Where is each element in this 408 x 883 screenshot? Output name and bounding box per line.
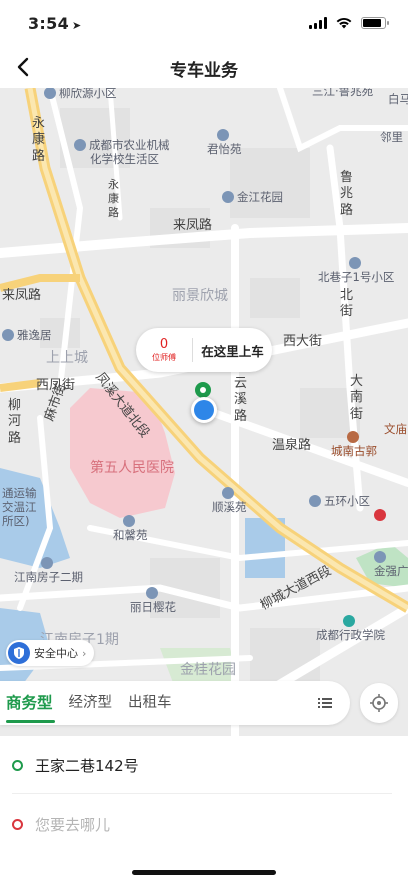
status-icons (309, 16, 389, 29)
map-label: 上上城 (46, 350, 88, 366)
road-label: 永康路 (108, 178, 119, 219)
map-label: 化学校生活区 (90, 152, 159, 166)
driver-count: 0 位师傅 (136, 337, 192, 363)
signal-icon (309, 16, 327, 29)
map-label: 雅逸居 (2, 328, 52, 342)
map-label: 第五人民医院 (90, 460, 174, 476)
pickup-address-row[interactable]: 王家二巷142号 (12, 738, 392, 794)
destination-dot-icon (12, 818, 23, 830)
map-label: 顺溪苑 (212, 486, 247, 515)
map-label: 五环小区 (309, 494, 370, 508)
chevron-right-icon: › (82, 646, 87, 660)
location-arrow-icon: ➤ (72, 19, 82, 32)
shield-icon (8, 642, 30, 664)
battery-icon (361, 16, 389, 29)
locate-icon (370, 694, 388, 712)
map-label: 君怡苑 (207, 128, 242, 157)
status-time-text: 3:54 (28, 14, 69, 33)
poi-icon (348, 257, 361, 269)
pickup-here-label: 在这里上车 (201, 343, 264, 359)
trip-panel: 王家二巷142号 您要去哪儿 (0, 736, 408, 883)
road-label: 来凤路 (173, 218, 213, 233)
poi-icon (343, 615, 355, 627)
poi-icon (2, 329, 14, 341)
tab-business[interactable]: 商务型 (0, 681, 61, 725)
map-label: 邻里 (380, 130, 403, 144)
map-label: 金江花园 (222, 190, 283, 204)
road-label: 温泉路 (272, 438, 312, 453)
poi-icon (222, 191, 234, 203)
map-label: 三江·鲁兆苑 (312, 88, 374, 98)
driver-count-label: 位师傅 (152, 353, 176, 362)
map-label: 通运输 (2, 486, 37, 500)
map-label: 丽景欣城 (172, 288, 228, 304)
map-label: 白马 (388, 92, 408, 106)
road-label: 西大街 (283, 334, 323, 349)
map-label: 柳欣源小区 (44, 88, 117, 100)
map-label: 成都行政学院 (316, 614, 385, 643)
current-location-dot (191, 397, 217, 423)
poi-icon (216, 129, 229, 141)
tab-economy[interactable]: 经济型 (61, 681, 121, 725)
pickup-bubble[interactable]: 0 位师傅 在这里上车 (136, 328, 272, 372)
road-label: 北街 (340, 288, 354, 320)
safety-center-label: 安全中心 (34, 647, 78, 660)
map-label: 北巷子1号小区 (318, 256, 394, 285)
home-indicator (132, 870, 276, 875)
map-label: 丽日樱花 (130, 586, 176, 615)
poi-icon (374, 509, 386, 521)
road-label: 柳河路 (8, 398, 22, 446)
nav-bar: 专车业务 (0, 46, 408, 88)
list-icon[interactable] (316, 694, 334, 712)
poi-icon (346, 431, 359, 443)
map-label: 江南房子二期 (14, 556, 83, 585)
wifi-icon (336, 17, 352, 29)
driver-count-value: 0 (159, 337, 169, 352)
status-time: 3:54 ➤ (28, 14, 82, 33)
pickup-address: 王家二巷142号 (35, 757, 139, 775)
road-label: 永康路 (32, 116, 46, 164)
map-label: 金桂花园 (180, 662, 236, 678)
poi-icon (374, 551, 386, 563)
road-label: 云溪路 (234, 376, 248, 424)
map-label (374, 508, 389, 522)
page-title: 专车业务 (170, 61, 238, 81)
poi-icon (145, 587, 158, 599)
safety-center-button[interactable]: 安全中心 › (6, 640, 95, 666)
map-label: 金强广 (374, 550, 408, 579)
road-label: 来凤路 (2, 288, 42, 303)
tab-taxi[interactable]: 出租车 (120, 681, 180, 725)
poi-icon (122, 515, 135, 527)
map-label: 和馨苑 (113, 514, 148, 543)
origin-dot-icon (12, 760, 23, 771)
poi-icon (221, 487, 234, 499)
status-bar: 3:54 ➤ (0, 0, 408, 46)
poi-icon (309, 495, 321, 507)
road-label: 大南街 (350, 374, 364, 422)
destination-input[interactable]: 您要去哪儿 (12, 796, 392, 852)
map-view[interactable]: 柳欣源小区 永康路 成都市农业机械 化学校生活区 永康路 君怡苑 金江花园 三江… (0, 88, 408, 736)
poi-icon (41, 557, 53, 569)
poi-icon (44, 88, 56, 99)
poi-icon (74, 139, 86, 151)
road-label: 鲁兆路 (340, 170, 354, 218)
locate-button[interactable] (360, 683, 398, 723)
map-label: 成都市农业机械 (74, 138, 170, 152)
map-label: 城南古郭 (331, 430, 377, 459)
destination-placeholder: 您要去哪儿 (35, 815, 111, 834)
map-label: 交温江 (2, 500, 37, 514)
map-label: 所区) (2, 514, 30, 528)
car-type-tabs: 商务型 经济型 出租车 (0, 681, 350, 725)
map-label: 文庙 (384, 422, 407, 436)
